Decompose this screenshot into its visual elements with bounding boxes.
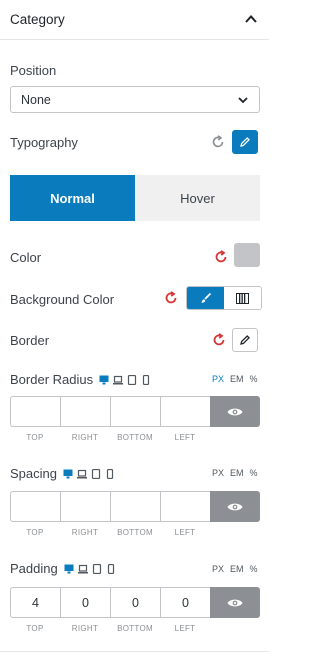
border-radius-top-input[interactable] — [10, 396, 60, 427]
mobile-icon[interactable] — [106, 563, 116, 574]
tablet-icon[interactable] — [127, 374, 137, 385]
side-label-left: LEFT — [174, 433, 196, 442]
chevron-down-icon — [238, 97, 248, 104]
unit-px[interactable]: PX — [212, 468, 224, 478]
side-label-right: RIGHT — [71, 624, 99, 633]
border-label: Border — [10, 333, 50, 348]
laptop-icon[interactable] — [113, 375, 124, 385]
side-label-bottom: BOTTOM — [117, 528, 153, 537]
unit-px[interactable]: PX — [212, 564, 224, 574]
brush-icon — [201, 292, 212, 303]
side-label-right: RIGHT — [71, 433, 99, 442]
spacing-left-input[interactable] — [160, 491, 210, 522]
unit-px[interactable]: PX — [212, 374, 224, 384]
spacing-link-button[interactable] — [210, 491, 260, 522]
border-radius-side-labels: TOP RIGHT BOTTOM LEFT — [10, 433, 210, 442]
padding-link-button[interactable] — [210, 587, 260, 618]
classic-background-button[interactable] — [187, 287, 224, 309]
side-label-bottom: BOTTOM — [117, 624, 153, 633]
spacing-top-input[interactable] — [10, 491, 60, 522]
device-switcher — [64, 563, 116, 574]
side-label-bottom: BOTTOM — [117, 433, 153, 442]
border-radius-label: Border Radius — [10, 372, 94, 387]
side-label-left: LEFT — [174, 528, 196, 537]
color-swatch[interactable] — [234, 243, 260, 267]
border-radius-bottom-input[interactable] — [110, 396, 160, 427]
position-label: Position — [10, 63, 57, 78]
desktop-icon[interactable] — [63, 469, 73, 479]
eye-icon — [227, 408, 243, 415]
device-switcher — [63, 468, 115, 479]
border-radius-left-input[interactable] — [160, 396, 210, 427]
unit-percent[interactable]: % — [250, 564, 258, 574]
tablet-icon[interactable] — [92, 563, 102, 574]
padding-header: Padding — [10, 561, 116, 576]
border-edit-button[interactable] — [232, 328, 258, 352]
reset-icon[interactable] — [214, 250, 228, 264]
padding-units: PX EM % — [212, 564, 258, 574]
settings-panel: Category Position None Typography Normal… — [0, 0, 269, 668]
pencil-icon — [240, 335, 250, 345]
spacing-right-input[interactable] — [60, 491, 110, 522]
gradient-background-button[interactable] — [224, 287, 261, 309]
gradient-icon — [236, 292, 249, 304]
spacing-header: Spacing — [10, 466, 115, 481]
side-label-right: RIGHT — [71, 528, 99, 537]
unit-percent[interactable]: % — [250, 468, 258, 478]
spacing-label: Spacing — [10, 466, 57, 481]
padding-label: Padding — [10, 561, 58, 576]
padding-bottom-input[interactable]: 0 — [110, 587, 160, 618]
typography-edit-button[interactable] — [232, 130, 258, 154]
eye-icon — [227, 599, 243, 606]
typography-label: Typography — [10, 135, 78, 150]
section-title: Category — [10, 12, 65, 27]
border-radius-link-button[interactable] — [210, 396, 260, 427]
laptop-icon[interactable] — [77, 564, 88, 574]
reset-icon[interactable] — [212, 333, 226, 347]
unit-em[interactable]: EM — [230, 468, 244, 478]
unit-em[interactable]: EM — [230, 374, 244, 384]
state-tabs: Normal Hover — [10, 175, 260, 221]
border-radius-header: Border Radius — [10, 372, 151, 387]
spacing-side-labels: TOP RIGHT BOTTOM LEFT — [10, 528, 210, 537]
reset-icon[interactable] — [164, 291, 178, 305]
side-label-top: TOP — [26, 433, 44, 442]
tab-normal[interactable]: Normal — [10, 175, 135, 221]
border-radius-units: PX EM % — [212, 374, 258, 384]
mobile-icon[interactable] — [105, 468, 115, 479]
unit-em[interactable]: EM — [230, 564, 244, 574]
bottom-divider — [0, 651, 269, 652]
tablet-icon[interactable] — [91, 468, 101, 479]
padding-top-input[interactable]: 4 — [10, 587, 60, 618]
spacing-inputs — [10, 491, 260, 522]
chevron-up-icon[interactable] — [243, 11, 259, 27]
border-radius-inputs — [10, 396, 260, 427]
position-select-value: None — [21, 93, 51, 107]
side-label-top: TOP — [26, 528, 44, 537]
background-color-label: Background Color — [10, 292, 115, 307]
laptop-icon[interactable] — [76, 469, 87, 479]
spacing-bottom-input[interactable] — [110, 491, 160, 522]
position-select[interactable]: None — [10, 86, 260, 113]
mobile-icon[interactable] — [141, 374, 151, 385]
side-label-left: LEFT — [174, 624, 196, 633]
padding-inputs: 4 0 0 0 — [10, 587, 260, 618]
device-switcher — [99, 374, 151, 385]
color-label: Color — [10, 250, 42, 265]
padding-side-labels: TOP RIGHT BOTTOM LEFT — [10, 624, 210, 633]
unit-percent[interactable]: % — [250, 374, 258, 384]
spacing-units: PX EM % — [212, 468, 258, 478]
desktop-icon[interactable] — [99, 375, 109, 385]
desktop-icon[interactable] — [64, 564, 74, 574]
background-type-toggle — [186, 286, 262, 310]
tab-hover[interactable]: Hover — [135, 175, 260, 221]
eye-icon — [227, 503, 243, 510]
reset-icon[interactable] — [211, 135, 225, 149]
padding-left-input[interactable]: 0 — [160, 587, 210, 618]
side-label-top: TOP — [26, 624, 44, 633]
border-radius-right-input[interactable] — [60, 396, 110, 427]
pencil-icon — [240, 137, 250, 147]
padding-right-input[interactable]: 0 — [60, 587, 110, 618]
